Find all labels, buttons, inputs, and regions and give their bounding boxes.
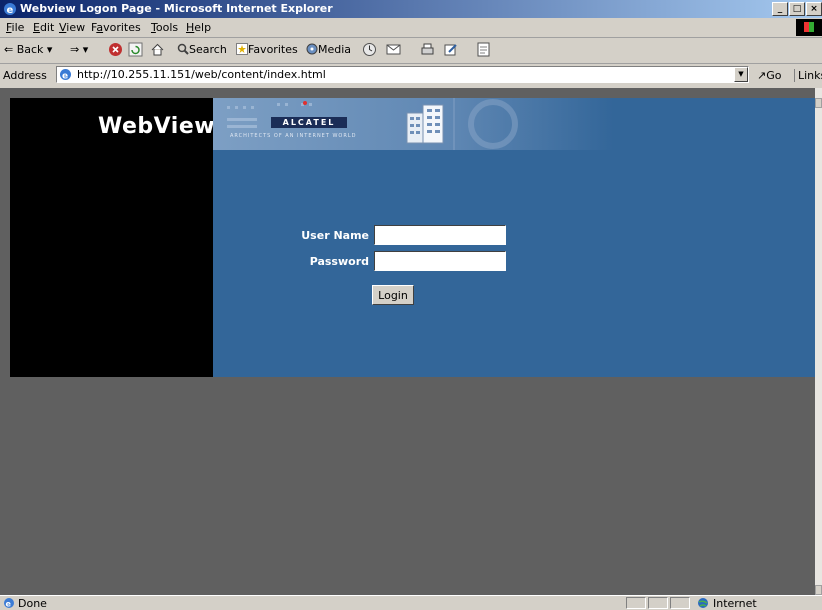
minimize-button[interactable]: _ <box>772 2 788 16</box>
address-bar: Address e http://10.255.11.151/web/conte… <box>0 64 822 87</box>
menu-file[interactable]: File <box>6 21 24 34</box>
internet-explorer-icon: e <box>4 3 16 16</box>
username-label: User Name <box>301 229 369 242</box>
address-url: http://10.255.11.151/web/content/index.h… <box>77 68 326 81</box>
edit-icon[interactable] <box>443 42 458 57</box>
back-label: Back <box>16 43 44 56</box>
address-dropdown-button[interactable]: ▼ <box>734 67 748 82</box>
svg-text:e: e <box>62 72 68 82</box>
svg-text:e: e <box>6 600 12 609</box>
favorites-label: Favorites <box>248 43 298 56</box>
password-label: Password <box>309 255 369 268</box>
search-button[interactable]: Search <box>177 43 227 56</box>
status-pane <box>670 597 690 609</box>
page-icon: e <box>60 69 71 82</box>
mail-icon[interactable] <box>386 42 401 57</box>
media-label: Media <box>318 43 352 56</box>
alcatel-tagline: ARCHITECTS OF AN INTERNET WORLD <box>230 133 357 139</box>
status-bar: e Done Internet <box>0 595 822 610</box>
alcatel-logo: ALCATEL <box>271 117 347 128</box>
back-button[interactable]: ⇐ Back ▾ <box>4 43 52 56</box>
security-zone: Internet <box>713 597 757 610</box>
favorites-button[interactable]: Favorites <box>236 43 298 56</box>
window-title-bar[interactable]: e Webview Logon Page - Microsoft Interne… <box>0 0 822 18</box>
go-arrow-icon: ↗ <box>757 69 767 82</box>
status-text: Done <box>18 597 47 610</box>
login-button[interactable]: Login <box>372 285 414 305</box>
scroll-up-arrow[interactable] <box>815 98 822 108</box>
building-icon <box>406 104 444 144</box>
status-pane <box>648 597 668 609</box>
left-panel: WebView <box>10 98 216 377</box>
discuss-icon[interactable] <box>476 42 491 57</box>
favorites-icon <box>236 43 248 55</box>
go-label: Go <box>766 69 782 82</box>
go-button[interactable]: ↗Go <box>757 69 781 82</box>
stop-icon[interactable] <box>108 42 123 57</box>
forward-button[interactable]: ⇒ ▾ <box>70 43 88 56</box>
print-icon[interactable] <box>420 42 435 57</box>
username-input[interactable] <box>374 225 506 245</box>
page-done-icon: e <box>4 598 14 609</box>
address-label: Address <box>3 69 47 82</box>
password-input[interactable] <box>374 251 506 271</box>
webview-brand: WebView <box>98 114 216 139</box>
scroll-down-arrow[interactable] <box>815 585 822 595</box>
close-button[interactable]: × <box>806 2 822 16</box>
menu-bar: File Edit View Favorites Tools Help <box>0 18 822 38</box>
search-label: Search <box>189 43 227 56</box>
menu-help[interactable]: Help <box>186 21 211 34</box>
menu-view[interactable]: View <box>59 21 85 34</box>
internet-zone-icon <box>698 598 708 608</box>
links-button[interactable]: Links <box>794 69 822 82</box>
history-icon[interactable] <box>362 42 377 57</box>
menu-favorites[interactable]: Favorites <box>91 21 141 34</box>
menu-tools[interactable]: Tools <box>151 21 178 34</box>
standard-toolbar: ⇐ Back ▾ ⇒ ▾ Search Favorites Media <box>0 38 822 64</box>
login-panel: ALCATEL ARCHITECTS OF AN INTERNET WORLD … <box>213 98 815 377</box>
search-icon <box>177 43 189 55</box>
vertical-scrollbar[interactable] <box>815 88 822 595</box>
media-icon <box>306 43 318 55</box>
alcatel-banner: ALCATEL ARCHITECTS OF AN INTERNET WORLD <box>213 98 613 150</box>
status-pane <box>626 597 646 609</box>
home-icon[interactable] <box>150 42 165 57</box>
svg-text:e: e <box>7 5 14 16</box>
menu-edit[interactable]: Edit <box>33 21 54 34</box>
page-viewport: WebView ALCATEL ARCHITECTS OF AN INTERNE… <box>0 88 815 595</box>
refresh-icon[interactable] <box>128 42 143 57</box>
maximize-button[interactable]: □ <box>789 2 805 16</box>
windows-logo-icon <box>796 19 822 36</box>
window-title: Webview Logon Page - Microsoft Internet … <box>20 2 333 15</box>
media-button[interactable]: Media <box>306 43 351 56</box>
address-input[interactable]: e http://10.255.11.151/web/content/index… <box>56 66 749 83</box>
